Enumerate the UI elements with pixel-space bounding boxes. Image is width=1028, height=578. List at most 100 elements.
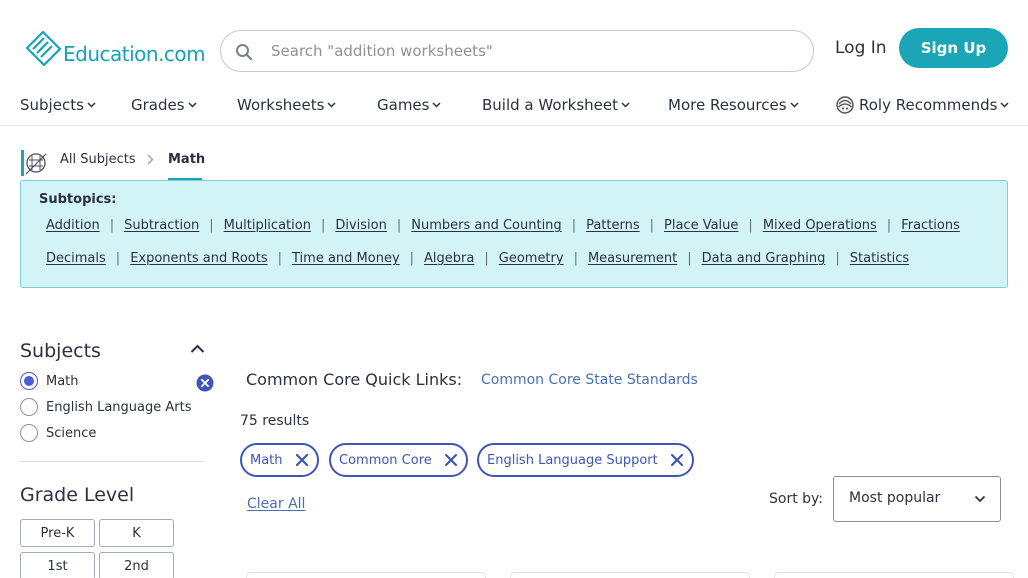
filter-chip-label: Math <box>250 452 283 468</box>
subtopic-link[interactable]: Data and Graphing <box>702 251 826 266</box>
subtopic-link[interactable]: Time and Money <box>292 251 400 266</box>
breadcrumb-all-subjects[interactable]: All Subjects <box>60 152 136 167</box>
breadcrumb-current: Math <box>168 152 206 167</box>
radio-button[interactable] <box>20 424 38 442</box>
filter-chip-els[interactable]: English Language Support <box>477 443 694 477</box>
subtopic-link[interactable]: Place Value <box>664 218 738 233</box>
separator: | <box>320 218 326 233</box>
close-icon[interactable] <box>670 453 684 467</box>
grade-button-2nd[interactable]: 2nd <box>99 552 174 578</box>
subtopics-row-1: Addition | Subtraction | Multiplication … <box>46 218 960 233</box>
subtopic-link[interactable]: Statistics <box>850 251 909 266</box>
search-bar[interactable] <box>220 30 814 72</box>
subject-option-ela[interactable]: English Language Arts <box>20 398 191 416</box>
nav-grades[interactable]: Grades <box>131 94 197 116</box>
separator: | <box>687 251 692 266</box>
subtopics-panel: Subtopics: Addition | Subtraction | Mult… <box>20 180 1008 288</box>
site-logo[interactable]: Education.com <box>24 28 206 66</box>
main-nav: Subjects Grades Worksheets Games Build a… <box>0 94 1028 126</box>
sidebar-divider <box>20 461 205 462</box>
subtopic-link[interactable]: Addition <box>46 218 100 233</box>
chevron-down-icon <box>327 102 336 108</box>
filter-chip-common-core[interactable]: Common Core <box>329 443 468 477</box>
clear-all-link[interactable]: Clear All <box>247 496 305 512</box>
separator: | <box>886 218 892 233</box>
chevron-down-icon <box>188 102 197 108</box>
nav-label: Grades <box>131 96 185 114</box>
subtopics-title: Subtopics: <box>39 192 117 207</box>
chevron-up-icon[interactable] <box>190 344 205 354</box>
chevron-down-icon <box>621 102 630 108</box>
nav-games[interactable]: Games <box>377 94 442 116</box>
chevron-right-icon <box>147 154 154 165</box>
subject-option-math[interactable]: Math <box>20 372 79 390</box>
separator: | <box>396 218 402 233</box>
subtopic-link[interactable]: Fractions <box>901 218 960 233</box>
subtopic-link[interactable]: Decimals <box>46 251 106 266</box>
separator: | <box>277 251 282 266</box>
subtopic-link[interactable]: Multiplication <box>224 218 311 233</box>
subtopics-row-2: Decimals | Exponents and Roots | Time an… <box>46 251 909 266</box>
result-card[interactable] <box>774 572 1014 578</box>
separator: | <box>109 218 115 233</box>
chevron-down-icon <box>790 102 799 108</box>
nav-label: Build a Worksheet <box>482 96 619 114</box>
filter-chip-label: English Language Support <box>487 452 658 468</box>
nav-subjects[interactable]: Subjects <box>20 94 96 116</box>
radio-button[interactable] <box>20 398 38 416</box>
logo-icon <box>25 30 62 66</box>
filter-chip-math[interactable]: Math <box>240 443 319 477</box>
logo-text: Education.com <box>63 42 206 66</box>
grade-button-1st[interactable]: 1st <box>20 552 95 578</box>
nav-more-resources[interactable]: More Resources <box>668 94 799 116</box>
sort-value: Most popular <box>849 490 941 506</box>
subtopic-link[interactable]: Geometry <box>499 251 564 266</box>
nav-label: Games <box>377 96 430 114</box>
separator: | <box>115 251 121 266</box>
subtopic-link[interactable]: Numbers and Counting <box>411 218 561 233</box>
subtopic-link[interactable]: Measurement <box>588 251 677 266</box>
clear-filter-icon[interactable] <box>196 374 214 392</box>
nav-build-worksheet[interactable]: Build a Worksheet <box>482 94 630 116</box>
close-icon[interactable] <box>444 453 458 467</box>
chevron-down-icon <box>87 102 96 108</box>
grade-level-heading: Grade Level <box>20 484 135 506</box>
close-icon[interactable] <box>295 453 309 467</box>
subtopic-link[interactable]: Division <box>335 218 387 233</box>
separator: | <box>573 251 578 266</box>
separator: | <box>748 218 753 233</box>
chevron-down-icon <box>974 495 986 503</box>
subject-math-icon <box>21 150 47 176</box>
results-count: 75 results <box>240 413 310 429</box>
radio-button[interactable] <box>20 372 38 390</box>
login-link[interactable]: Log In <box>835 37 887 59</box>
subtopic-link[interactable]: Subtraction <box>124 218 199 233</box>
subtopic-link[interactable]: Exponents and Roots <box>130 251 267 266</box>
subtopic-link[interactable]: Patterns <box>586 218 640 233</box>
sort-select[interactable]: Most popular <box>833 476 1001 522</box>
common-core-link[interactable]: Common Core State Standards <box>481 372 698 388</box>
nav-roly-recommends[interactable]: Roly Recommends <box>835 94 1009 116</box>
chevron-down-icon <box>1000 102 1009 108</box>
grade-button-k[interactable]: K <box>99 519 174 547</box>
subtopic-link[interactable]: Mixed Operations <box>763 218 877 233</box>
common-core-label: Common Core Quick Links: <box>246 370 463 389</box>
subtopic-link[interactable]: Algebra <box>424 251 474 266</box>
chevron-down-icon <box>432 102 442 108</box>
nav-worksheets[interactable]: Worksheets <box>237 94 336 116</box>
result-card[interactable] <box>510 572 750 578</box>
filter-chip-label: Common Core <box>339 452 432 468</box>
nav-label: Subjects <box>20 96 84 114</box>
separator: | <box>409 251 415 266</box>
signup-button[interactable]: Sign Up <box>899 28 1008 68</box>
result-card[interactable] <box>246 572 486 578</box>
subject-option-label: English Language Arts <box>46 399 192 415</box>
subject-option-label: Math <box>46 373 79 389</box>
subject-option-science[interactable]: Science <box>20 424 96 442</box>
roly-icon <box>836 96 854 114</box>
nav-label: Worksheets <box>237 96 325 114</box>
separator: | <box>571 218 577 233</box>
nav-label: More Resources <box>668 96 787 114</box>
grade-button-prek[interactable]: Pre-K <box>20 519 95 547</box>
search-input[interactable] <box>271 40 791 62</box>
